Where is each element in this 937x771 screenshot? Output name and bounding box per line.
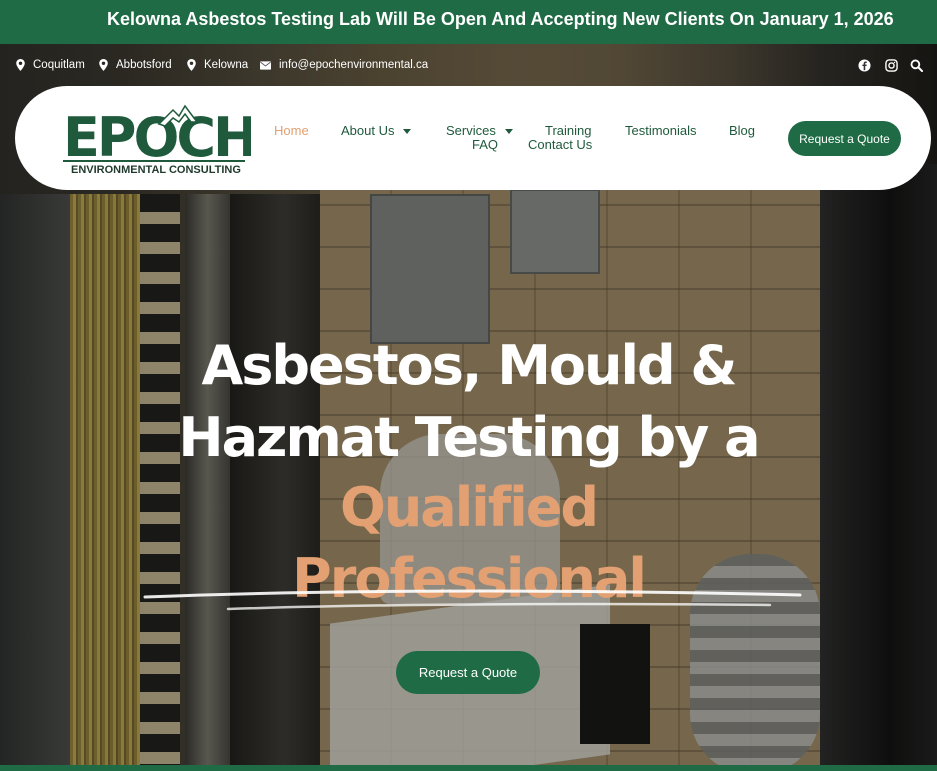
envelope-icon xyxy=(260,60,271,70)
svg-text:ENVIRONMENTAL CONSULTING: ENVIRONMENTAL CONSULTING xyxy=(71,164,241,176)
nav-blog[interactable]: Blog xyxy=(729,123,755,138)
chevron-down-icon xyxy=(403,129,412,135)
map-pin-icon xyxy=(16,59,25,71)
location-label: Kelowna xyxy=(204,59,249,71)
email-text: info@epochenvironmental.ca xyxy=(279,59,429,71)
announcement-bar: Kelowna Asbestos Testing Lab Will Be Ope… xyxy=(0,0,937,44)
location-kelowna[interactable]: Kelowna xyxy=(187,59,248,71)
map-pin-icon xyxy=(187,59,196,71)
main-navigation: EPOCH ENVIRONMENTAL CONSULTING Home Abou… xyxy=(15,86,931,190)
nav-services-label: Services xyxy=(446,123,496,138)
nav-contact-us[interactable]: Contact Us xyxy=(528,137,592,152)
announcement-text: Kelowna Asbestos Testing Lab Will Be Ope… xyxy=(107,9,894,29)
bottom-accent-strip xyxy=(0,765,937,771)
nav-home[interactable]: Home xyxy=(274,123,309,138)
instagram-icon[interactable] xyxy=(885,59,898,72)
nav-services[interactable]: Services xyxy=(446,123,513,138)
location-label: Coquitlam xyxy=(33,59,85,71)
map-pin-icon xyxy=(99,59,108,71)
hero-heading-line-3: Qualified xyxy=(339,476,599,539)
contact-topbar: Coquitlam Abbotsford Kelowna info@epoche… xyxy=(0,56,937,76)
hero-request-quote-button[interactable]: Request a Quote xyxy=(396,651,540,694)
nav-testimonials[interactable]: Testimonials xyxy=(625,123,697,138)
hero-section: Coquitlam Abbotsford Kelowna info@epoche… xyxy=(0,44,937,771)
email-link[interactable]: info@epochenvironmental.ca xyxy=(260,59,428,71)
location-abbotsford[interactable]: Abbotsford xyxy=(99,59,172,71)
location-coquitlam[interactable]: Coquitlam xyxy=(16,59,85,71)
nav-about-label: About Us xyxy=(341,123,395,138)
hero-heading-line-2: Hazmat Testing by a xyxy=(178,406,760,469)
nav-training[interactable]: Training xyxy=(545,123,591,138)
chevron-down-icon xyxy=(504,129,513,135)
logo-graphic: EPOCH ENVIRONMENTAL CONSULTING xyxy=(63,104,258,176)
hero-heading-line-1: Asbestos, Mould & xyxy=(201,334,737,397)
search-icon[interactable] xyxy=(910,59,923,72)
epoch-logo[interactable]: EPOCH ENVIRONMENTAL CONSULTING xyxy=(61,102,258,176)
svg-text:EPOCH: EPOCH xyxy=(63,106,251,169)
location-label: Abbotsford xyxy=(116,59,172,71)
nav-faq[interactable]: FAQ xyxy=(472,137,498,152)
nav-about-us[interactable]: About Us xyxy=(341,123,412,138)
facebook-icon[interactable] xyxy=(858,59,871,72)
hero-heading-line-4: Professional xyxy=(292,547,647,610)
request-quote-button[interactable]: Request a Quote xyxy=(788,121,901,156)
